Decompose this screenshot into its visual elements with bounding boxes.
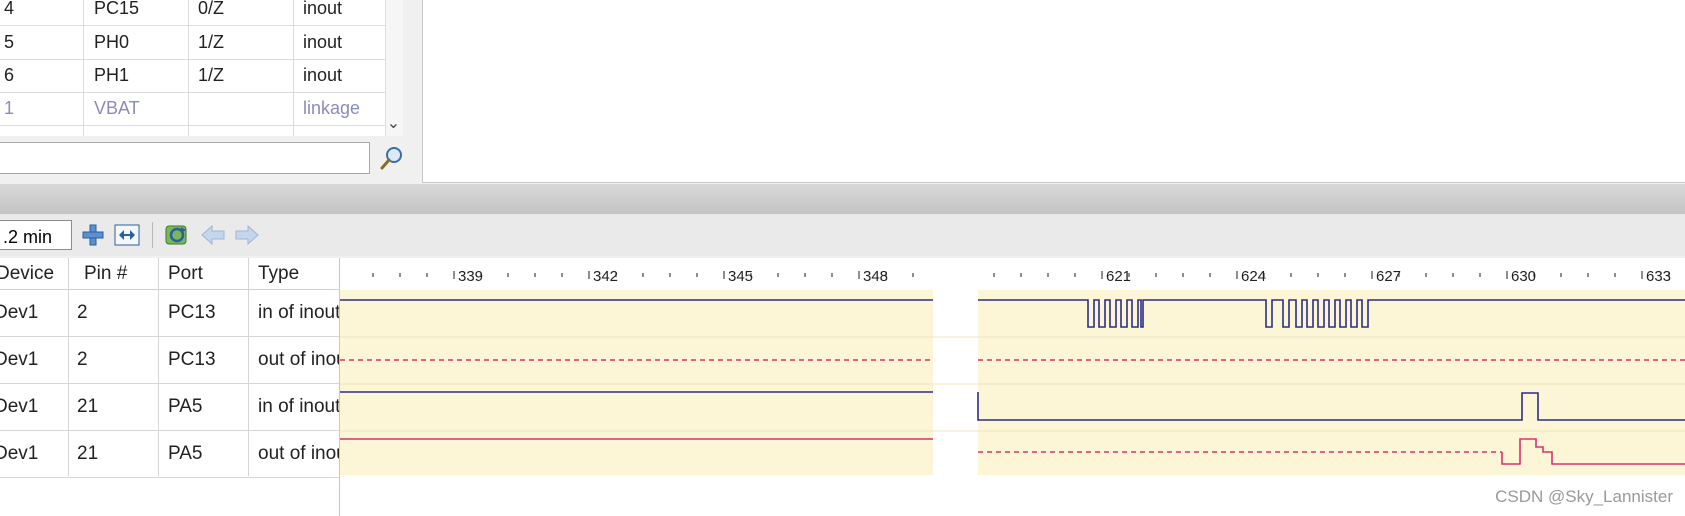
arrow-right-icon[interactable] bbox=[234, 222, 260, 248]
ruler-label: 345 bbox=[728, 268, 753, 285]
pin-number: 6 bbox=[4, 65, 15, 85]
cell-pin: 2 bbox=[77, 302, 88, 323]
cell-pin: 21 bbox=[77, 443, 99, 464]
pin-type: linkage bbox=[303, 98, 361, 118]
cell-type: in of inout bbox=[258, 396, 340, 417]
search-icon[interactable] bbox=[378, 144, 406, 172]
pin-state: 0/Z bbox=[198, 0, 225, 18]
wave-segment-1 bbox=[340, 290, 933, 475]
arrow-left-icon[interactable] bbox=[200, 222, 226, 248]
pin-row[interactable]: 6 PH1 1/Z inout bbox=[0, 59, 385, 93]
pin-row[interactable]: 5 PH0 1/Z inout bbox=[0, 26, 385, 60]
pin-name: PH0 bbox=[94, 32, 130, 52]
cell-type: out of inout bbox=[258, 443, 340, 464]
pin-name: PH1 bbox=[94, 65, 130, 85]
scroll-down-icon[interactable]: ⌄ bbox=[385, 112, 402, 136]
cell-type: in of inout bbox=[258, 302, 340, 323]
column-divider bbox=[188, 0, 189, 136]
pin-row[interactable]: 1 VBAT linkage bbox=[0, 92, 385, 126]
waveform-canvas[interactable]: 339 342 345 348 621 624 627 630 633 bbox=[340, 258, 1685, 516]
signal-row[interactable]: Dev1 21 PA5 in of inout bbox=[0, 384, 340, 431]
watermark: CSDN @Sky_Lannister bbox=[1495, 487, 1673, 506]
pin-number: 5 bbox=[4, 32, 15, 52]
header-pin[interactable]: Pin # bbox=[84, 258, 154, 290]
cell-port: PC13 bbox=[168, 302, 216, 323]
column-divider bbox=[248, 258, 249, 476]
waveform-view[interactable]: 339 342 345 348 621 624 627 630 633 bbox=[339, 258, 1685, 516]
pin-table: 4 PC15 0/Z inout 5 PH0 1/Z inout 6 PH1 1… bbox=[0, 0, 385, 136]
column-divider bbox=[293, 0, 294, 136]
ruler-label: 348 bbox=[863, 268, 888, 285]
ruler-label: 342 bbox=[593, 268, 618, 285]
header-port[interactable]: Port bbox=[168, 258, 238, 290]
signal-row[interactable]: Dev1 21 PA5 out of inout bbox=[0, 431, 340, 478]
pin-name: VBAT bbox=[94, 98, 140, 118]
pin-name: PC15 bbox=[94, 0, 140, 18]
cell-port: PA5 bbox=[168, 396, 203, 417]
pin-table-panel: 4 PC15 0/Z inout 5 PH0 1/Z inout 6 PH1 1… bbox=[0, 0, 412, 183]
column-divider bbox=[83, 0, 84, 136]
header-device[interactable]: Device bbox=[0, 258, 66, 290]
properties-pane bbox=[422, 0, 1685, 183]
pin-type: inout bbox=[303, 0, 343, 18]
pin-state: 1/Z bbox=[198, 32, 225, 52]
ruler-label: 624 bbox=[1241, 268, 1266, 285]
pin-state: 1/Z bbox=[198, 65, 225, 85]
fit-width-icon[interactable] bbox=[114, 222, 140, 248]
signal-row[interactable]: Dev1 2 PC13 out of inout bbox=[0, 337, 340, 384]
pin-type: inout bbox=[303, 32, 343, 52]
cell-device: Dev1 bbox=[0, 349, 39, 370]
cell-device: Dev1 bbox=[0, 302, 39, 323]
column-divider bbox=[68, 258, 69, 476]
ruler-label: 627 bbox=[1376, 268, 1401, 285]
pin-row-clipped[interactable] bbox=[0, 125, 385, 136]
ruler-label: 621 bbox=[1106, 268, 1131, 285]
ruler-label: 339 bbox=[458, 268, 483, 285]
pin-number: 1 bbox=[4, 98, 15, 118]
wave-segment-2 bbox=[978, 290, 1685, 475]
cell-port: PC13 bbox=[168, 349, 216, 370]
cell-pin: 21 bbox=[77, 396, 99, 417]
column-divider bbox=[158, 258, 159, 476]
time-ruler bbox=[340, 258, 1685, 290]
header-type[interactable]: Type bbox=[258, 258, 328, 290]
zoom-in-icon[interactable] bbox=[80, 222, 106, 248]
zoom-field[interactable] bbox=[0, 220, 72, 250]
refresh-icon[interactable] bbox=[164, 222, 190, 248]
pane-splitter[interactable] bbox=[0, 184, 1685, 214]
pin-number: 4 bbox=[4, 0, 15, 18]
pin-row[interactable]: 4 PC15 0/Z inout bbox=[0, 0, 385, 26]
pin-type: inout bbox=[303, 65, 343, 85]
toolbar-separator bbox=[152, 222, 153, 248]
cell-device: Dev1 bbox=[0, 396, 39, 417]
search-input[interactable] bbox=[0, 142, 370, 174]
ruler-label: 633 bbox=[1646, 268, 1671, 285]
cell-pin: 2 bbox=[77, 349, 88, 370]
cell-type: out of inout bbox=[258, 349, 340, 370]
cell-device: Dev1 bbox=[0, 443, 39, 464]
ruler-label: 630 bbox=[1511, 268, 1536, 285]
signal-row[interactable]: Dev1 2 PC13 in of inout bbox=[0, 290, 340, 337]
cell-port: PA5 bbox=[168, 443, 203, 464]
